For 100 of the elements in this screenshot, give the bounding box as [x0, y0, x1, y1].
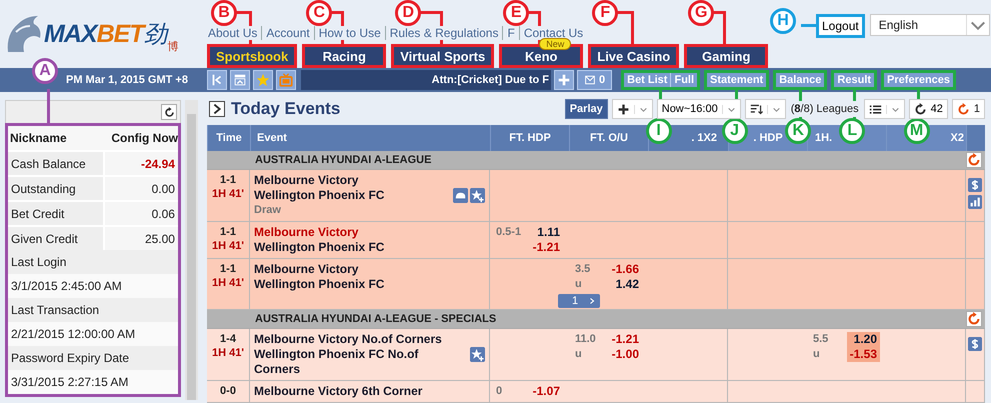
- refresh-button[interactable]: 42: [908, 99, 948, 119]
- dollar-icon[interactable]: [968, 337, 982, 351]
- account-label: Bet Credit: [8, 202, 104, 225]
- add-button[interactable]: [554, 70, 574, 90]
- handicap-line: 11.0: [575, 332, 596, 347]
- score: 0-0: [220, 385, 236, 397]
- star-button[interactable]: [253, 70, 273, 90]
- team-name: Melbourne Victory: [254, 173, 360, 188]
- handicap-line: 3.5: [575, 262, 590, 277]
- language-select[interactable]: English: [870, 14, 990, 36]
- league-count: (8/8) Leagues: [790, 101, 860, 117]
- sort-icon: [750, 102, 763, 116]
- chevron-icon: [588, 296, 596, 306]
- callout-marker: E: [503, 0, 530, 26]
- account-label: Last Login: [8, 250, 178, 274]
- collapse-button[interactable]: [207, 70, 227, 90]
- logout-button[interactable]: Logout: [816, 14, 865, 38]
- messages-button[interactable]: 0: [577, 70, 612, 90]
- odds-value[interactable]: -1.07: [532, 384, 560, 399]
- odds-value[interactable]: -1.53: [850, 347, 877, 362]
- team-name: Melbourne Victory 6th Corner: [254, 384, 424, 399]
- account-label: Last Transaction: [8, 298, 178, 322]
- odds-value[interactable]: 1.42: [616, 277, 639, 292]
- logo-text: MAX: [44, 20, 97, 48]
- odds-value[interactable]: -1.21: [532, 240, 560, 255]
- odds-value[interactable]: -1.21: [612, 332, 639, 347]
- new-badge: New: [539, 38, 572, 50]
- scrollbar[interactable]: [185, 100, 198, 400]
- nav-tab[interactable]: Racing: [302, 44, 386, 68]
- account-label: Given Credit: [8, 227, 104, 250]
- window-button[interactable]: [230, 70, 250, 90]
- menu-button[interactable]: Statement: [707, 73, 766, 87]
- match-time: 1H 41': [212, 240, 244, 252]
- refresh-icon: [914, 102, 927, 116]
- parlay-button[interactable]: Parlay: [564, 99, 608, 119]
- handicap-line: u: [575, 277, 583, 292]
- score: 1-4: [220, 333, 236, 345]
- team-name: Melbourne Victory No.of Corners: [254, 332, 443, 347]
- odds-value[interactable]: -1.00: [612, 347, 639, 362]
- logo-text: BET: [96, 20, 144, 48]
- dropdown[interactable]: [744, 99, 786, 119]
- account-label: Outstanding: [8, 177, 104, 200]
- column-header: Config Now: [111, 131, 178, 145]
- callout-marker: H: [770, 8, 796, 34]
- clock-text: PM Mar 1, 2015 GMT +8: [65, 74, 189, 86]
- callout-marker: G: [688, 0, 714, 26]
- league-name: AUSTRALIA HYUNDAI A-LEAGUE: [254, 154, 432, 166]
- odds-value[interactable]: 1.11: [537, 225, 560, 240]
- logo-text: 博: [168, 41, 179, 54]
- menu-button[interactable]: Bet List: [624, 73, 670, 87]
- column-header: Nickname: [10, 131, 67, 145]
- dropdown[interactable]: Now~16:00: [656, 99, 741, 119]
- chevron-icon[interactable]: [209, 101, 225, 117]
- league-name: AUSTRALIA HYUNDAI A-LEAGUE - SPECIALS: [254, 313, 498, 325]
- list-icon: [868, 102, 882, 116]
- nav-link[interactable]: About Us: [207, 26, 262, 40]
- callout-marker: F: [592, 0, 618, 26]
- menu-button[interactable]: Full: [670, 73, 698, 87]
- caret-icon: [634, 104, 648, 114]
- callout-marker: A: [32, 58, 58, 84]
- team-name: Wellington Phoenix FC No.of Corners: [254, 347, 420, 377]
- nav-tab[interactable]: Gaming: [684, 44, 768, 68]
- plus-icon: [616, 102, 630, 116]
- score: 1-1: [220, 226, 236, 238]
- page-button[interactable]: 1: [558, 294, 600, 308]
- nav-link[interactable]: Rules & Regulations: [384, 26, 502, 40]
- star-plus-icon[interactable]: [470, 188, 485, 203]
- menu-button[interactable]: Balance: [776, 73, 824, 87]
- refresh-button[interactable]: 1: [952, 99, 985, 119]
- tv-icon: [279, 73, 293, 87]
- team-name: Wellington Phoenix FC: [254, 240, 386, 255]
- handicap-line: 0.5-1: [496, 225, 522, 240]
- dollar-icon[interactable]: [968, 178, 982, 192]
- bar-chart-icon[interactable]: [968, 195, 982, 209]
- account-value: -24.94: [103, 152, 178, 175]
- score: 1-1: [220, 263, 236, 275]
- news-ticker: Attn:[Cricket] Due to F: [301, 70, 551, 90]
- callout-marker: B: [211, 0, 237, 26]
- nav-tab[interactable]: Virtual Sports: [391, 44, 494, 68]
- handicap-line: 0: [496, 384, 502, 399]
- refresh-icon[interactable]: [966, 152, 982, 168]
- dropdown[interactable]: [864, 99, 905, 119]
- star-icon: [256, 73, 270, 87]
- callout-marker: C: [306, 0, 332, 26]
- odds-value[interactable]: -1.66: [612, 262, 639, 277]
- star-plus-icon[interactable]: [470, 347, 485, 362]
- nav-tab[interactable]: Sportsbook: [207, 44, 298, 68]
- refresh-icon: [164, 106, 174, 118]
- caret-icon: [766, 104, 781, 114]
- refresh-button[interactable]: [161, 104, 177, 120]
- refresh-icon[interactable]: [966, 311, 982, 327]
- nav-tab[interactable]: Live Casino: [588, 44, 680, 68]
- menu-button[interactable]: Preferences: [884, 73, 954, 87]
- odds-value[interactable]: 1.20: [854, 332, 877, 347]
- account-label: Password Expiry Date: [8, 346, 178, 370]
- handicap-line: u: [575, 347, 583, 362]
- match-time: 1H 41': [212, 347, 244, 359]
- menu-button[interactable]: Result: [834, 73, 874, 87]
- dropdown[interactable]: [612, 99, 653, 119]
- draw-label: Draw: [254, 203, 282, 218]
